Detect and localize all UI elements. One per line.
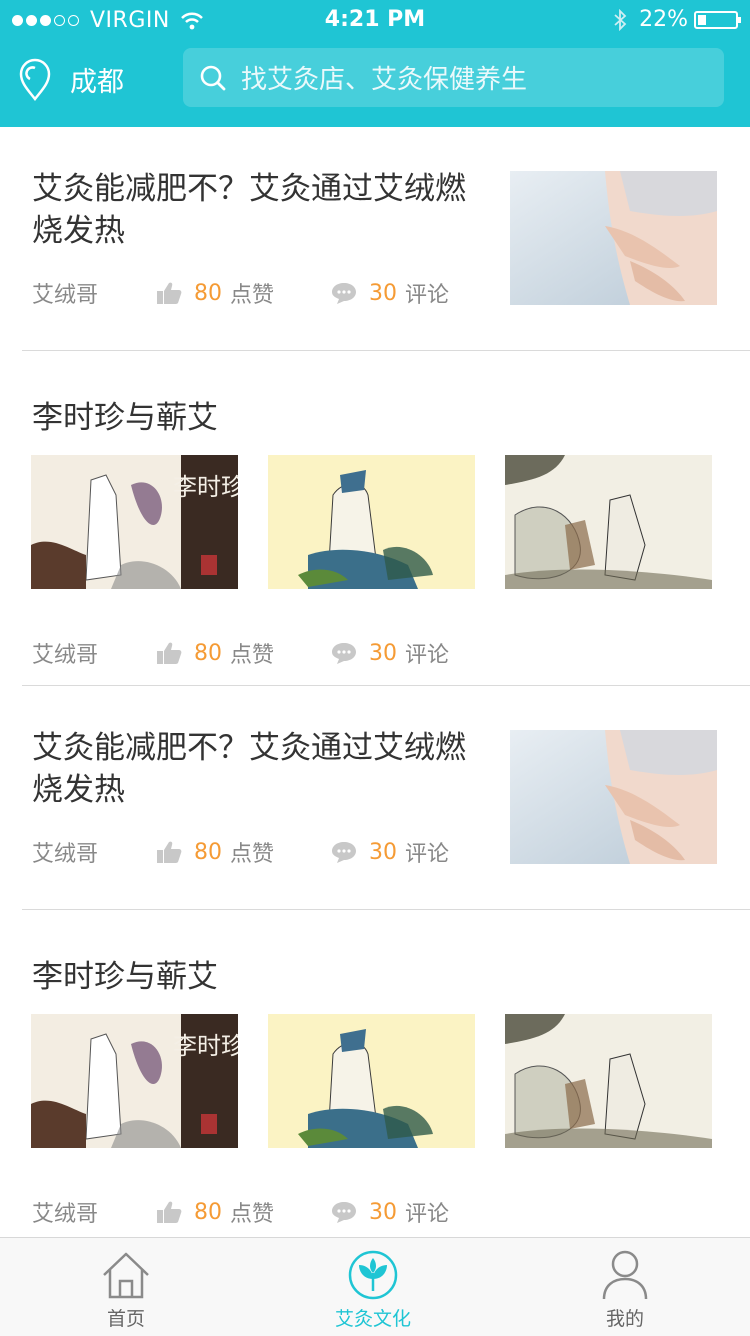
comment-button[interactable]: 30 评论	[331, 277, 449, 309]
like-label: 点赞	[230, 1202, 275, 1227]
like-label: 点赞	[230, 283, 275, 308]
like-count: 80	[194, 280, 222, 306]
article-title: 李时珍与蕲艾	[32, 959, 218, 995]
article-thumbnail[interactable]	[510, 171, 717, 305]
article-image[interactable]	[268, 455, 475, 589]
city-label: 成都	[70, 66, 124, 98]
comment-bubble-icon	[331, 840, 357, 864]
like-button[interactable]: 80 点赞	[156, 836, 331, 868]
article-image[interactable]: 李时珍	[31, 455, 238, 589]
thumbs-up-icon	[156, 1200, 182, 1224]
search-input[interactable]: 找艾灸店、艾灸保健养生	[183, 48, 724, 107]
tab-moxa-culture-label: 艾灸文化	[334, 1308, 411, 1330]
status-bar: VIRGIN 4:21 PM 22%	[0, 0, 750, 42]
user-icon	[545, 1248, 705, 1302]
like-button[interactable]: 80 点赞	[156, 277, 331, 309]
article-item[interactable]: 李时珍与蕲艾 李时珍 艾绒哥 80 点赞 30 评论	[22, 351, 750, 686]
comment-label: 评论	[405, 1202, 450, 1227]
article-list: 艾灸能减肥不？艾灸通过艾绒燃烧发热 艾绒哥 80 点赞 30 评论 李时珍与蕲艾…	[0, 127, 750, 1245]
like-label: 点赞	[230, 643, 275, 668]
comment-count: 30	[369, 839, 397, 865]
thumbs-up-icon	[156, 840, 182, 864]
article-item[interactable]: 艾灸能减肥不？艾灸通过艾绒燃烧发热 艾绒哥 80 点赞 30 评论	[22, 127, 750, 351]
bluetooth-icon	[613, 8, 627, 31]
comment-button[interactable]: 30 评论	[331, 637, 449, 669]
article-image[interactable]	[505, 1014, 712, 1148]
comment-bubble-icon	[331, 281, 357, 305]
location-pin-icon	[18, 57, 52, 101]
search-placeholder: 找艾灸店、艾灸保健养生	[241, 65, 528, 95]
tab-bar: 首页 艾灸文化 我的	[0, 1237, 750, 1336]
painting-calligraphy-1: 李时珍	[173, 473, 238, 501]
article-image[interactable]	[268, 1014, 475, 1148]
like-count: 80	[194, 839, 222, 865]
comment-label: 评论	[405, 283, 450, 308]
article-title: 艾灸能减肥不？艾灸通过艾绒燃烧发热	[32, 171, 466, 249]
tab-home-label: 首页	[106, 1308, 145, 1330]
article-item[interactable]: 李时珍与蕲艾 李时珍 艾绒哥 80 点赞 30 评论	[22, 910, 750, 1245]
comment-button[interactable]: 30 评论	[331, 1196, 449, 1228]
painting-calligraphy-2: 李时珍	[173, 1032, 238, 1060]
article-author: 艾绒哥	[32, 1202, 99, 1227]
comment-count: 30	[369, 1199, 397, 1225]
comment-label: 评论	[405, 842, 450, 867]
tab-home[interactable]: 首页	[46, 1238, 206, 1331]
location-selector[interactable]: 成都	[18, 57, 124, 101]
comment-bubble-icon	[331, 641, 357, 665]
article-image[interactable]	[505, 455, 712, 589]
article-item[interactable]: 艾灸能减肥不？艾灸通过艾绒燃烧发热 艾绒哥 80 点赞 30 评论	[22, 686, 750, 910]
comment-count: 30	[369, 280, 397, 306]
thumbs-up-icon	[156, 281, 182, 305]
battery-percent: 22%	[639, 7, 688, 32]
like-count: 80	[194, 1199, 222, 1225]
home-icon	[46, 1248, 206, 1302]
tab-profile-label: 我的	[605, 1308, 644, 1330]
article-image[interactable]: 李时珍	[31, 1014, 238, 1148]
tab-moxa-culture[interactable]: 艾灸文化	[293, 1238, 453, 1331]
article-thumbnail[interactable]	[510, 730, 717, 864]
tab-profile[interactable]: 我的	[545, 1238, 705, 1331]
article-title: 李时珍与蕲艾	[32, 400, 218, 436]
leaf-icon	[293, 1248, 453, 1302]
like-button[interactable]: 80 点赞	[156, 637, 331, 669]
article-author: 艾绒哥	[32, 842, 99, 867]
thumbs-up-icon	[156, 641, 182, 665]
comment-label: 评论	[405, 643, 450, 668]
like-count: 80	[194, 640, 222, 666]
like-button[interactable]: 80 点赞	[156, 1196, 331, 1228]
search-icon	[199, 64, 227, 92]
comment-count: 30	[369, 640, 397, 666]
header: VIRGIN 4:21 PM 22% 成都 找艾灸店、艾灸保健养生	[0, 0, 750, 127]
battery-icon	[694, 10, 741, 29]
article-title: 艾灸能减肥不？艾灸通过艾绒燃烧发热	[32, 730, 466, 808]
article-author: 艾绒哥	[32, 283, 99, 308]
comment-bubble-icon	[331, 1200, 357, 1224]
article-author: 艾绒哥	[32, 643, 99, 668]
like-label: 点赞	[230, 842, 275, 867]
comment-button[interactable]: 30 评论	[331, 836, 449, 868]
